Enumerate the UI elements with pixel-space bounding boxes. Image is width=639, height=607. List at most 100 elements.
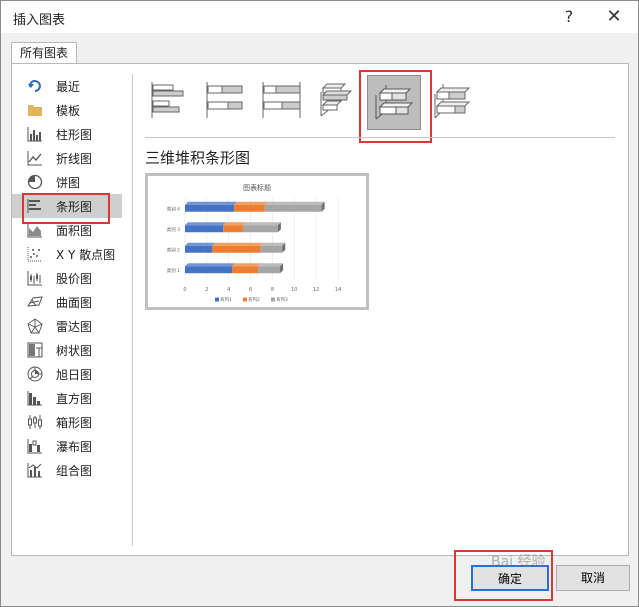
sidebar-item-label: 最近 bbox=[56, 79, 81, 94]
sidebar-divider bbox=[132, 74, 133, 546]
chart-preview[interactable]: 图表标题 0 2 4 6 8 10 12 14 类别 1 类别 2 类别 3 类别 4 系列1 系列2 系列… bbox=[145, 173, 369, 310]
sidebar-item-label: 旭日图 bbox=[56, 367, 93, 382]
bar-segment bbox=[260, 245, 283, 253]
x-tick-label: 2 bbox=[205, 287, 208, 293]
legend-label: 系列1 bbox=[220, 296, 232, 303]
sidebar-item-label: 柱形图 bbox=[56, 127, 93, 142]
x-tick-label: 14 bbox=[335, 287, 341, 293]
subtype-3d-100-stacked-bar[interactable] bbox=[430, 79, 474, 125]
legend-swatch bbox=[271, 297, 275, 302]
bar-segment bbox=[264, 204, 322, 212]
sidebar-item-area[interactable]: 面积图 bbox=[12, 218, 122, 242]
sidebar-item-stock[interactable]: 股价图 bbox=[12, 266, 122, 290]
sidebar-item-pie[interactable]: 饼图 bbox=[12, 170, 122, 194]
sidebar-item-label: X Y 散点图 bbox=[56, 247, 116, 262]
histogram-chart-icon bbox=[27, 390, 43, 406]
combo-chart-icon bbox=[27, 462, 43, 478]
sidebar-item-column[interactable]: 柱形图 bbox=[12, 122, 122, 146]
x-tick-label: 12 bbox=[313, 287, 319, 293]
box-whisker-chart-icon bbox=[27, 414, 43, 430]
sidebar-item-histogram[interactable]: 直方图 bbox=[12, 386, 122, 410]
sidebar-item-surface[interactable]: 曲面图 bbox=[12, 290, 122, 314]
x-tick-label: 0 bbox=[183, 287, 186, 293]
bar-segment bbox=[185, 245, 213, 253]
chart-type-sidebar: 最近 模板 柱形图 折线图 饼图 条形图 面积图 X Y 散点图 股价图 曲面图… bbox=[12, 74, 122, 482]
sidebar-item-combo[interactable]: 组合图 bbox=[12, 458, 122, 482]
sidebar-item-box-whisker[interactable]: 箱形图 bbox=[12, 410, 122, 434]
sidebar-item-waterfall[interactable]: 瀑布图 bbox=[12, 434, 122, 458]
sidebar-item-label: 瀑布图 bbox=[56, 439, 93, 454]
bar-top bbox=[212, 242, 264, 246]
x-tick-label: 4 bbox=[227, 287, 230, 293]
sidebar-item-treemap[interactable]: 树状图 bbox=[12, 338, 122, 362]
bar-segment bbox=[185, 204, 235, 212]
stock-chart-icon bbox=[27, 270, 43, 286]
sidebar-item-label: 折线图 bbox=[56, 151, 93, 166]
scatter-chart-icon bbox=[27, 246, 43, 262]
help-button[interactable]: ? bbox=[555, 5, 583, 29]
sidebar-item-label: 箱形图 bbox=[56, 415, 93, 430]
subtype-stacked-bar[interactable] bbox=[204, 79, 248, 125]
tab-all-charts[interactable]: 所有图表 bbox=[11, 42, 77, 64]
bar-segment bbox=[234, 204, 265, 212]
bar-top bbox=[242, 222, 281, 226]
bar-segment bbox=[223, 225, 243, 233]
subtype-divider bbox=[145, 137, 615, 138]
sidebar-item-label: 面积图 bbox=[56, 223, 93, 238]
category-label: 类别 3 bbox=[167, 226, 180, 233]
x-tick-label: 6 bbox=[249, 287, 252, 293]
bar-segment bbox=[185, 266, 232, 274]
bar-top bbox=[231, 263, 262, 267]
close-button[interactable]: ✕ bbox=[600, 5, 628, 29]
subtype-100-stacked-bar[interactable] bbox=[260, 79, 304, 125]
sidebar-item-templates[interactable]: 模板 bbox=[12, 98, 122, 122]
legend-swatch bbox=[243, 297, 247, 302]
sidebar-item-label: 条形图 bbox=[56, 199, 93, 214]
bar-top bbox=[185, 201, 238, 205]
sidebar-item-label: 模板 bbox=[56, 103, 81, 118]
sidebar-item-scatter[interactable]: X Y 散点图 bbox=[12, 242, 122, 266]
sidebar-item-label: 直方图 bbox=[56, 391, 93, 406]
waterfall-chart-icon bbox=[27, 438, 43, 454]
3d-clustered-bar-icon bbox=[317, 78, 359, 126]
sidebar-item-radar[interactable]: 雷达图 bbox=[12, 314, 122, 338]
bar-top bbox=[185, 222, 227, 226]
dialog-title: 插入图表 bbox=[13, 13, 66, 28]
sidebar-item-label: 饼图 bbox=[56, 175, 81, 190]
clustered-bar-icon bbox=[150, 80, 192, 124]
undo-arrow-icon bbox=[27, 78, 43, 94]
folder-icon bbox=[27, 102, 43, 118]
line-chart-icon bbox=[27, 150, 43, 166]
stacked-bar-icon bbox=[205, 80, 247, 124]
category-label: 类别 2 bbox=[167, 246, 180, 253]
sidebar-item-line[interactable]: 折线图 bbox=[12, 146, 122, 170]
sidebar-item-sunburst[interactable]: 旭日图 bbox=[12, 362, 122, 386]
bar-top bbox=[260, 242, 286, 246]
treemap-chart-icon bbox=[27, 342, 43, 358]
3d-100-stacked-bar-icon bbox=[431, 78, 473, 126]
legend-label: 系列2 bbox=[248, 296, 260, 303]
legend-swatch bbox=[215, 297, 219, 302]
x-tick-label: 8 bbox=[271, 287, 274, 293]
bar-segment bbox=[185, 225, 224, 233]
sidebar-item-label: 组合图 bbox=[56, 463, 93, 478]
subtype-3d-stacked-bar[interactable] bbox=[367, 75, 421, 130]
bar-top bbox=[185, 242, 216, 246]
subtype-clustered-bar[interactable] bbox=[149, 79, 193, 125]
bar-top bbox=[223, 222, 246, 226]
column-chart-icon bbox=[27, 126, 43, 142]
sidebar-item-bar[interactable]: 条形图 bbox=[12, 194, 122, 218]
bar-top bbox=[234, 201, 268, 205]
cancel-button[interactable]: 取消 bbox=[556, 565, 630, 591]
watermark-logo: Bai 经验 bbox=[491, 554, 546, 570]
category-label: 类别 4 bbox=[167, 205, 180, 212]
area-chart-icon bbox=[27, 222, 43, 238]
bar-segment bbox=[258, 266, 281, 274]
sidebar-item-recent[interactable]: 最近 bbox=[12, 74, 122, 98]
preview-chart-svg: 0 2 4 6 8 10 12 14 类别 1 类别 2 类别 3 类别 4 系列1 系列2 系列3 bbox=[167, 198, 341, 303]
chart-subtype-heading: 三维堆积条形图 bbox=[145, 149, 251, 167]
sunburst-chart-icon bbox=[27, 366, 43, 382]
sidebar-item-label: 曲面图 bbox=[56, 295, 93, 310]
surface-chart-icon bbox=[27, 294, 43, 310]
subtype-3d-clustered-bar[interactable] bbox=[316, 79, 360, 125]
